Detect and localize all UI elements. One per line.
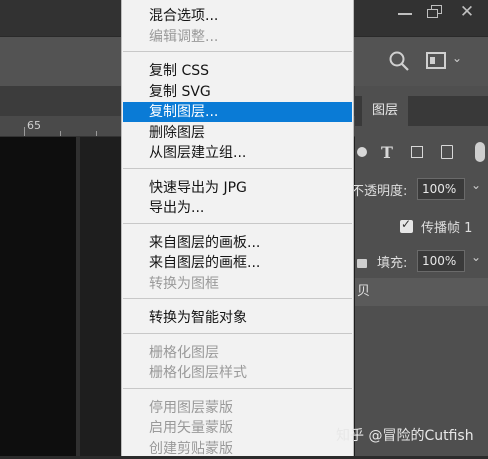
ruler-number: 65 bbox=[27, 119, 41, 132]
opacity-row: 不透明度: 100% ⌄ bbox=[351, 176, 488, 202]
shape-filter-icon[interactable] bbox=[411, 146, 423, 158]
propagate-row: 传播帧 1 bbox=[355, 214, 488, 240]
menu-item[interactable]: 来自图层的画板... bbox=[123, 233, 352, 253]
menu-item: 编辑调整... bbox=[149, 29, 219, 45]
filter-toggle-icon[interactable] bbox=[475, 142, 485, 162]
menu-separator bbox=[123, 333, 352, 334]
menu-item[interactable]: 复制图层... bbox=[123, 102, 352, 122]
menu-item[interactable]: 混合选项... bbox=[123, 6, 352, 26]
restore-button[interactable] bbox=[420, 0, 450, 24]
opacity-chevron-icon[interactable]: ⌄ bbox=[471, 178, 481, 192]
minimize-icon bbox=[398, 13, 412, 15]
smartobject-filter-icon[interactable] bbox=[441, 145, 453, 159]
menu-item: 启用矢量蒙版 bbox=[149, 420, 233, 436]
menu-item: 栅格化图层样式 bbox=[149, 365, 247, 381]
search-icon[interactable] bbox=[388, 50, 410, 72]
menu-item[interactable]: 转换为智能对象 bbox=[123, 308, 352, 328]
fill-chevron-icon[interactable]: ⌄ bbox=[471, 250, 481, 264]
opacity-dropdown[interactable]: 100% bbox=[417, 178, 465, 200]
menu-item[interactable]: 导出为... bbox=[123, 198, 352, 218]
close-button[interactable]: ✕ bbox=[452, 0, 482, 24]
menu-item[interactable]: 复制 SVG bbox=[123, 82, 352, 102]
canvas-divider bbox=[76, 137, 80, 456]
menu-item: 创建剪贴蒙版 bbox=[149, 441, 233, 457]
menu-item[interactable]: 从图层建立组... bbox=[123, 143, 352, 163]
restore-icon bbox=[427, 5, 443, 19]
fill-value: 100% bbox=[422, 254, 457, 268]
opacity-value: 100% bbox=[422, 182, 457, 196]
canvas-image bbox=[0, 137, 76, 456]
layers-panel: 图层 T 不透明度: 100% ⌄ 传播帧 1 填充: 100% ⌄ 贝 bbox=[351, 86, 488, 456]
lock-icon[interactable] bbox=[357, 259, 367, 268]
menu-separator bbox=[123, 298, 352, 299]
menu-separator bbox=[123, 168, 352, 169]
close-icon: ✕ bbox=[459, 2, 475, 22]
menu-item[interactable]: 快速导出为 JPG bbox=[123, 178, 352, 198]
menu-item[interactable]: 删除图层 bbox=[123, 123, 352, 143]
fill-dropdown[interactable]: 100% bbox=[417, 250, 465, 272]
watermark: 知乎 @冒险的Cutfish bbox=[336, 428, 474, 444]
minimize-button[interactable] bbox=[390, 0, 420, 24]
menu-item: 栅格化图层 bbox=[149, 345, 219, 361]
layer-row[interactable]: 贝 bbox=[355, 278, 488, 306]
context-menu: 混合选项... 编辑调整... 复制 CSS 复制 SVG 复制图层... 删除图层 从图层… bbox=[121, 0, 354, 457]
propagate-checkbox[interactable] bbox=[400, 217, 413, 233]
workspace-chevron-icon[interactable]: ⌄ bbox=[452, 51, 462, 65]
menu-item[interactable]: 来自图层的画框... bbox=[123, 253, 352, 273]
tab-layers[interactable]: 图层 bbox=[362, 96, 408, 126]
type-filter-icon[interactable]: T bbox=[381, 143, 393, 162]
propagate-label: 传播帧 1 bbox=[421, 221, 473, 236]
filter-icon-row: T bbox=[355, 138, 488, 172]
menu-separator bbox=[123, 388, 352, 389]
workspace-icon[interactable] bbox=[426, 52, 446, 69]
circle-filter-icon[interactable] bbox=[357, 147, 367, 157]
menu-separator bbox=[123, 223, 352, 224]
menu-item[interactable]: 复制 CSS bbox=[123, 61, 352, 81]
menu-item: 转换为图框 bbox=[149, 276, 219, 292]
opacity-label: 不透明度: bbox=[351, 184, 408, 199]
layer-name: 贝 bbox=[357, 284, 371, 299]
menu-separator bbox=[123, 51, 352, 52]
fill-row: 填充: 100% ⌄ bbox=[355, 249, 488, 275]
fill-label: 填充: bbox=[377, 256, 408, 271]
menu-item: 停用图层蒙版 bbox=[149, 400, 233, 416]
